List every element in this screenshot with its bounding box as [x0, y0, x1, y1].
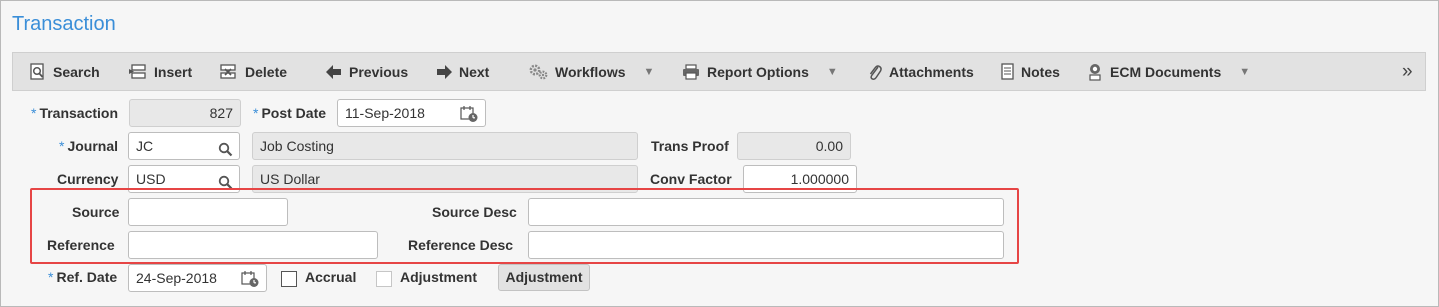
- ecm-documents-button[interactable]: ECM Documents ▼: [1087, 53, 1250, 90]
- search-label: Search: [53, 63, 100, 80]
- paperclip-icon: [869, 64, 882, 80]
- page-title: Transaction: [12, 13, 116, 35]
- adjustment-button[interactable]: Adjustment: [498, 264, 590, 291]
- delete-icon: [220, 63, 236, 79]
- more-icon[interactable]: »: [1402, 53, 1413, 90]
- ecm-documents-label: ECM Documents: [1110, 63, 1222, 80]
- previous-button[interactable]: Previous: [326, 53, 408, 90]
- search-button[interactable]: Search: [30, 53, 100, 90]
- journal-field[interactable]: [128, 132, 240, 160]
- journal-description: Job Costing: [252, 132, 638, 160]
- adjustment-label: Adjustment: [400, 269, 477, 285]
- attachments-label: Attachments: [889, 63, 974, 80]
- workflows-label: Workflows: [555, 63, 626, 80]
- post-date-field[interactable]: 11-Sep-2018: [337, 99, 486, 127]
- previous-label: Previous: [349, 63, 409, 80]
- attachments-button[interactable]: Attachments: [868, 53, 974, 90]
- accrual-label: Accrual: [305, 269, 357, 285]
- insert-icon: [129, 63, 146, 79]
- toolbar: Search Insert Delete Previous Next Workf…: [12, 52, 1426, 91]
- ref-date-label: * Ref. Date: [48, 269, 118, 285]
- ecm-documents-icon: [1089, 63, 1101, 81]
- post-date-label: * Post Date: [253, 105, 327, 121]
- notes-label: Notes: [1021, 63, 1060, 80]
- report-options-button[interactable]: Report Options ▼: [682, 53, 838, 90]
- insert-button[interactable]: Insert: [129, 53, 192, 90]
- calendar-icon[interactable]: [460, 105, 479, 131]
- workflows-button[interactable]: Workflows ▼: [529, 53, 654, 90]
- next-button[interactable]: Next: [436, 53, 489, 90]
- search-icon[interactable]: [218, 139, 233, 165]
- transaction-label: * Transaction: [31, 105, 119, 121]
- notes-icon: [1001, 63, 1014, 80]
- next-label: Next: [459, 63, 490, 80]
- journal-label: * Journal: [59, 138, 119, 154]
- chevron-down-icon: ▼: [643, 65, 655, 78]
- insert-label: Insert: [154, 63, 193, 80]
- search-icon: [30, 62, 44, 80]
- calendar-icon[interactable]: [241, 270, 260, 296]
- printer-icon: [683, 63, 699, 80]
- transaction-field: 827: [129, 99, 241, 127]
- ref-date-field[interactable]: 24-Sep-2018: [128, 264, 267, 292]
- highlight-box: [30, 188, 1019, 264]
- arrow-left-icon: [326, 64, 341, 79]
- chevron-down-icon: ▼: [826, 65, 838, 78]
- adjustment-checkbox: [376, 271, 392, 287]
- arrow-right-icon: [437, 64, 452, 79]
- accrual-checkbox[interactable]: [281, 271, 297, 287]
- trans-proof-label: Trans Proof: [651, 138, 729, 154]
- delete-button[interactable]: Delete: [220, 53, 287, 90]
- notes-button[interactable]: Notes: [1001, 53, 1060, 90]
- gears-icon: [529, 64, 548, 80]
- report-options-label: Report Options: [707, 63, 809, 80]
- trans-proof-field: 0.00: [737, 132, 851, 160]
- chevron-down-icon: ▼: [1239, 65, 1251, 78]
- delete-label: Delete: [245, 63, 288, 80]
